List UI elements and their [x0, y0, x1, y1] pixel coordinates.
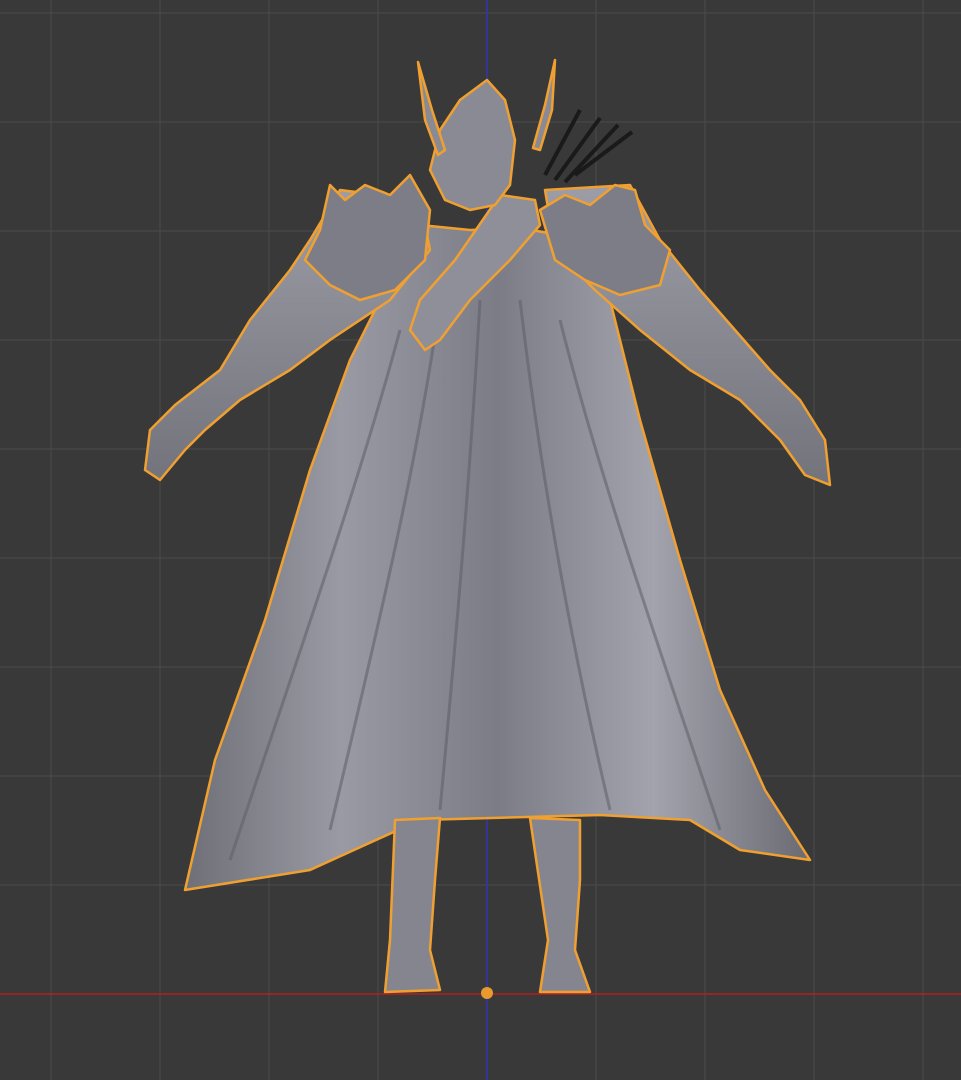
- left-leg-mesh: [383, 816, 442, 994]
- object-origin-icon[interactable]: [481, 987, 493, 999]
- left-ear-mesh: [416, 60, 447, 157]
- quiver-arrows: [543, 109, 634, 184]
- viewport-canvas[interactable]: [0, 0, 961, 1080]
- right-leg-mesh: [528, 816, 592, 994]
- right-ear-mesh: [531, 58, 557, 152]
- 3d-viewport[interactable]: [0, 0, 961, 1080]
